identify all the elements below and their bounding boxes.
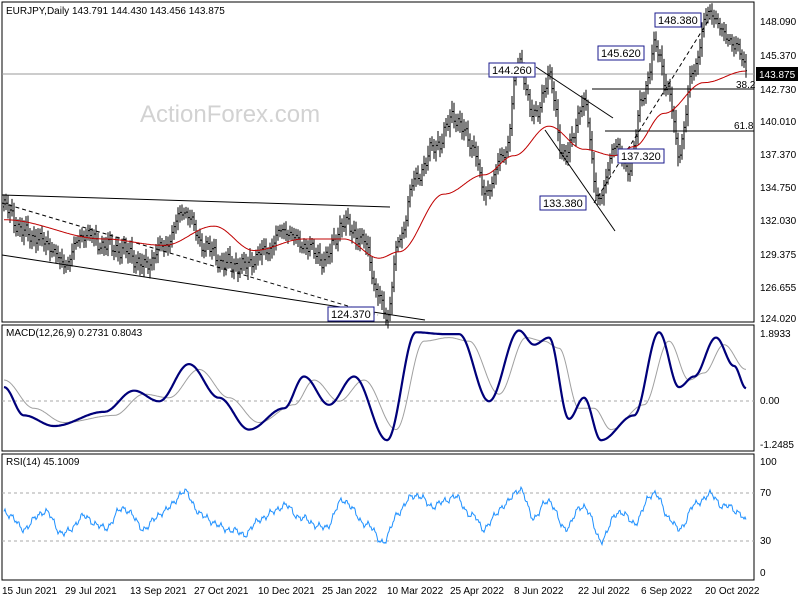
macd-panel — [1, 324, 755, 452]
y-tick-label: 0 — [760, 568, 766, 579]
x-tick-label: 25 Jan 2022 — [322, 586, 377, 597]
annotation-133380: 133.380 — [539, 195, 587, 211]
y-tick-label: 126.655 — [760, 283, 797, 294]
annotation-145620: 145.620 — [597, 45, 645, 61]
current-price-box: 143.875 — [756, 67, 798, 81]
fib-61-label: 61.8 — [734, 121, 754, 132]
y-tick-label: 137.370 — [760, 150, 797, 161]
svg-text:148.380: 148.380 — [658, 15, 698, 27]
y-tick-label: 145.370 — [760, 51, 797, 62]
annotation-137320: 137.320 — [617, 148, 665, 164]
x-tick-label: 10 Mar 2022 — [387, 586, 444, 597]
x-axis: 15 Jun 2021 29 Jul 2021 13 Sep 2021 27 O… — [2, 586, 760, 597]
x-tick-label: 10 Dec 2021 — [258, 586, 315, 597]
rsi-y-axis: 100 70 30 0 — [760, 457, 777, 579]
annotation-148380: 148.380 — [654, 12, 702, 28]
y-tick-label: 30 — [760, 536, 772, 547]
y-tick-label: 0.00 — [760, 396, 780, 407]
x-tick-label: 29 Jul 2021 — [65, 586, 117, 597]
svg-text:124.370: 124.370 — [331, 309, 371, 321]
y-tick-label: 124.020 — [760, 314, 797, 325]
y-tick-label: 1.8933 — [760, 329, 791, 340]
x-tick-label: 15 Jun 2021 — [2, 586, 57, 597]
annotation-144260: 144.260 — [488, 62, 536, 78]
watermark: ActionForex.com — [140, 101, 320, 128]
y-tick-label: 100 — [760, 457, 777, 468]
svg-text:133.380: 133.380 — [543, 198, 583, 210]
fib-38-label: 38.2 — [736, 80, 756, 91]
y-tick-label: -1.2485 — [760, 440, 794, 451]
x-tick-label: 20 Oct 2022 — [705, 586, 760, 597]
y-tick-label: 140.010 — [760, 117, 797, 128]
y-tick-label: 129.375 — [760, 250, 797, 261]
price-y-axis: 148.090 145.370 142.730 140.010 137.370 … — [760, 17, 797, 325]
x-tick-label: 6 Sep 2022 — [641, 586, 693, 597]
y-tick-label: 132.030 — [760, 216, 797, 227]
y-tick-label: 134.750 — [760, 183, 797, 194]
symbol-header: EURJPY,Daily 143.791 144.430 143.456 143… — [6, 6, 225, 17]
annotation-124370: 124.370 — [327, 306, 375, 322]
y-tick-label: 148.090 — [760, 17, 797, 28]
rsi-label: RSI(14) 45.1009 — [6, 457, 80, 468]
x-tick-label: 22 Jul 2022 — [578, 586, 630, 597]
svg-text:137.320: 137.320 — [621, 151, 661, 163]
chart-canvas: ActionForex.com EURJPY,Daily 143.791 144… — [1, 1, 798, 597]
x-tick-label: 13 Sep 2021 — [130, 586, 187, 597]
x-tick-label: 8 Jun 2022 — [514, 586, 564, 597]
y-tick-label: 142.730 — [760, 85, 797, 96]
macd-label: MACD(12,26,9) 0.2731 0.8043 — [6, 328, 143, 339]
svg-text:144.260: 144.260 — [492, 65, 532, 77]
svg-text:143.875: 143.875 — [759, 70, 796, 81]
macd-y-axis: 1.8933 0.00 -1.2485 — [760, 329, 794, 451]
y-tick-label: 70 — [760, 488, 772, 499]
svg-text:145.620: 145.620 — [601, 48, 641, 60]
x-tick-label: 27 Oct 2021 — [194, 586, 249, 597]
x-tick-label: 25 Apr 2022 — [450, 586, 504, 597]
